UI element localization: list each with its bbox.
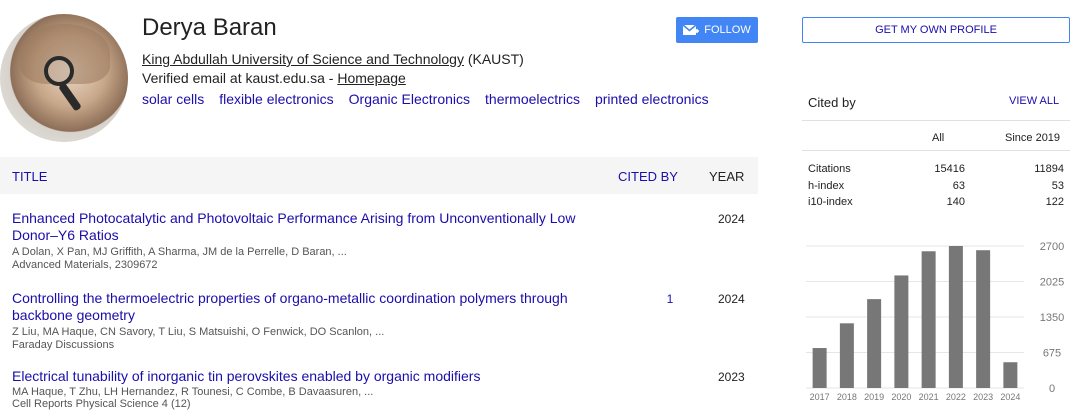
homepage-link[interactable]: Homepage (337, 70, 406, 86)
year-column-header[interactable]: YEAR (709, 169, 744, 184)
stat-label: i10-index (808, 196, 853, 208)
divider (802, 150, 1070, 151)
interest-link[interactable]: flexible electronics (219, 91, 333, 107)
profile-avatar (0, 14, 128, 142)
stat-since: 11894 (1034, 163, 1064, 175)
bar-2021[interactable] (921, 251, 936, 388)
x-tick-label: 2019 (864, 392, 884, 402)
publication-title-link[interactable]: Enhanced Photocatalytic and Photovoltaic… (12, 210, 612, 244)
publication-year: 2024 (718, 292, 745, 306)
affiliation-suffix: (KAUST) (463, 51, 524, 67)
x-tick-label: 2017 (810, 392, 830, 402)
publications-table-header: TITLE CITED BY YEAR (0, 157, 758, 194)
y-tick-label: 2700 (1040, 241, 1064, 253)
x-tick-label: 2020 (891, 392, 911, 402)
stat-row-citations: Citations 15416 11894 (808, 163, 1064, 177)
bar-2018[interactable] (839, 323, 854, 388)
x-tick-label: 2024 (1000, 392, 1020, 402)
publication-year: 2023 (718, 370, 745, 384)
bar-2023[interactable] (976, 250, 991, 388)
interest-link[interactable]: solar cells (142, 91, 204, 107)
stat-all: 140 (946, 196, 965, 208)
publication-venue: Cell Reports Physical Science 4 (12) (12, 398, 191, 410)
profile-name: Derya Baran (142, 14, 277, 41)
publication-venue: Faraday Discussions (12, 339, 115, 351)
publication-authors: A Dolan, X Pan, MJ Griffith, A Sharma, J… (12, 246, 347, 258)
stat-all: 15416 (934, 163, 965, 175)
col-all-header: All (932, 132, 945, 144)
x-tick-label: 2022 (946, 392, 966, 402)
publication-title-link[interactable]: Electrical tunability of inorganic tin p… (12, 368, 612, 385)
follow-button[interactable]: FOLLOW (676, 17, 758, 43)
y-tick-label: 1350 (1040, 312, 1064, 324)
stat-since: 122 (1045, 196, 1064, 208)
verified-email: Verified email at kaust.edu.sa - Homepag… (142, 70, 406, 86)
stat-row-i10-index: i10-index 140 122 (808, 196, 1064, 210)
cited-by-column-header[interactable]: CITED BY (618, 169, 678, 184)
bar-2017[interactable] (812, 348, 827, 388)
interest-link[interactable]: thermoelectrics (485, 91, 580, 107)
magnifier-handle (58, 82, 82, 112)
interest-link[interactable]: Organic Electronics (349, 91, 470, 107)
bar-2022[interactable] (948, 246, 963, 388)
x-tick-label: 2018 (837, 392, 857, 402)
x-tick-label: 2021 (919, 392, 939, 402)
stat-since: 53 (1051, 180, 1064, 192)
magnifier-icon (44, 56, 74, 86)
y-tick-label: 675 (1043, 348, 1061, 360)
follow-mail-icon (683, 24, 700, 36)
citations-bar-chart: 0 675 1350 2025 2700 2017 2018 2019 2020 2021 2022… (806, 241, 1064, 402)
title-column-header[interactable]: TITLE (12, 169, 47, 184)
publication-venue: Advanced Materials, 2309672 (12, 259, 158, 271)
publication-title-link[interactable]: Controlling the thermoelectric propertie… (12, 290, 612, 324)
y-tick-label: 0 (1049, 383, 1055, 395)
stat-row-h-index: h-index 63 53 (808, 180, 1064, 194)
affiliation-link[interactable]: King Abdullah University of Science and … (142, 51, 464, 67)
bar-2020[interactable] (894, 275, 909, 388)
stat-label: h-index (808, 180, 845, 192)
y-tick-label: 2025 (1040, 277, 1064, 289)
get-my-own-profile-button[interactable]: GET MY OWN PROFILE (802, 17, 1070, 43)
verified-text: Verified email at kaust.edu.sa - (142, 70, 338, 86)
cited-by-heading: Cited by (808, 95, 856, 110)
stat-all: 63 (952, 180, 965, 192)
view-all-link[interactable]: VIEW ALL (1009, 95, 1059, 107)
interest-link[interactable]: printed electronics (595, 91, 709, 107)
bar-2019[interactable] (867, 299, 882, 388)
x-tick-label: 2023 (973, 392, 993, 402)
divider (802, 120, 1070, 121)
col-since-header: Since 2019 (1005, 132, 1061, 144)
research-interests: solar cells flexible electronics Organic… (142, 91, 709, 107)
publication-authors: Z Liu, MA Haque, CN Savory, T Liu, S Mat… (12, 326, 385, 338)
cited-by-count[interactable]: 1 (660, 292, 680, 306)
stat-label: Citations (808, 163, 851, 175)
publication-authors: MA Haque, T Zhu, LH Hernandez, R Tounesi… (12, 386, 374, 398)
publication-year: 2024 (718, 212, 745, 226)
profile-affiliation: King Abdullah University of Science and … (142, 51, 524, 67)
follow-label: FOLLOW (704, 24, 751, 36)
bar-2024[interactable] (1003, 362, 1018, 388)
